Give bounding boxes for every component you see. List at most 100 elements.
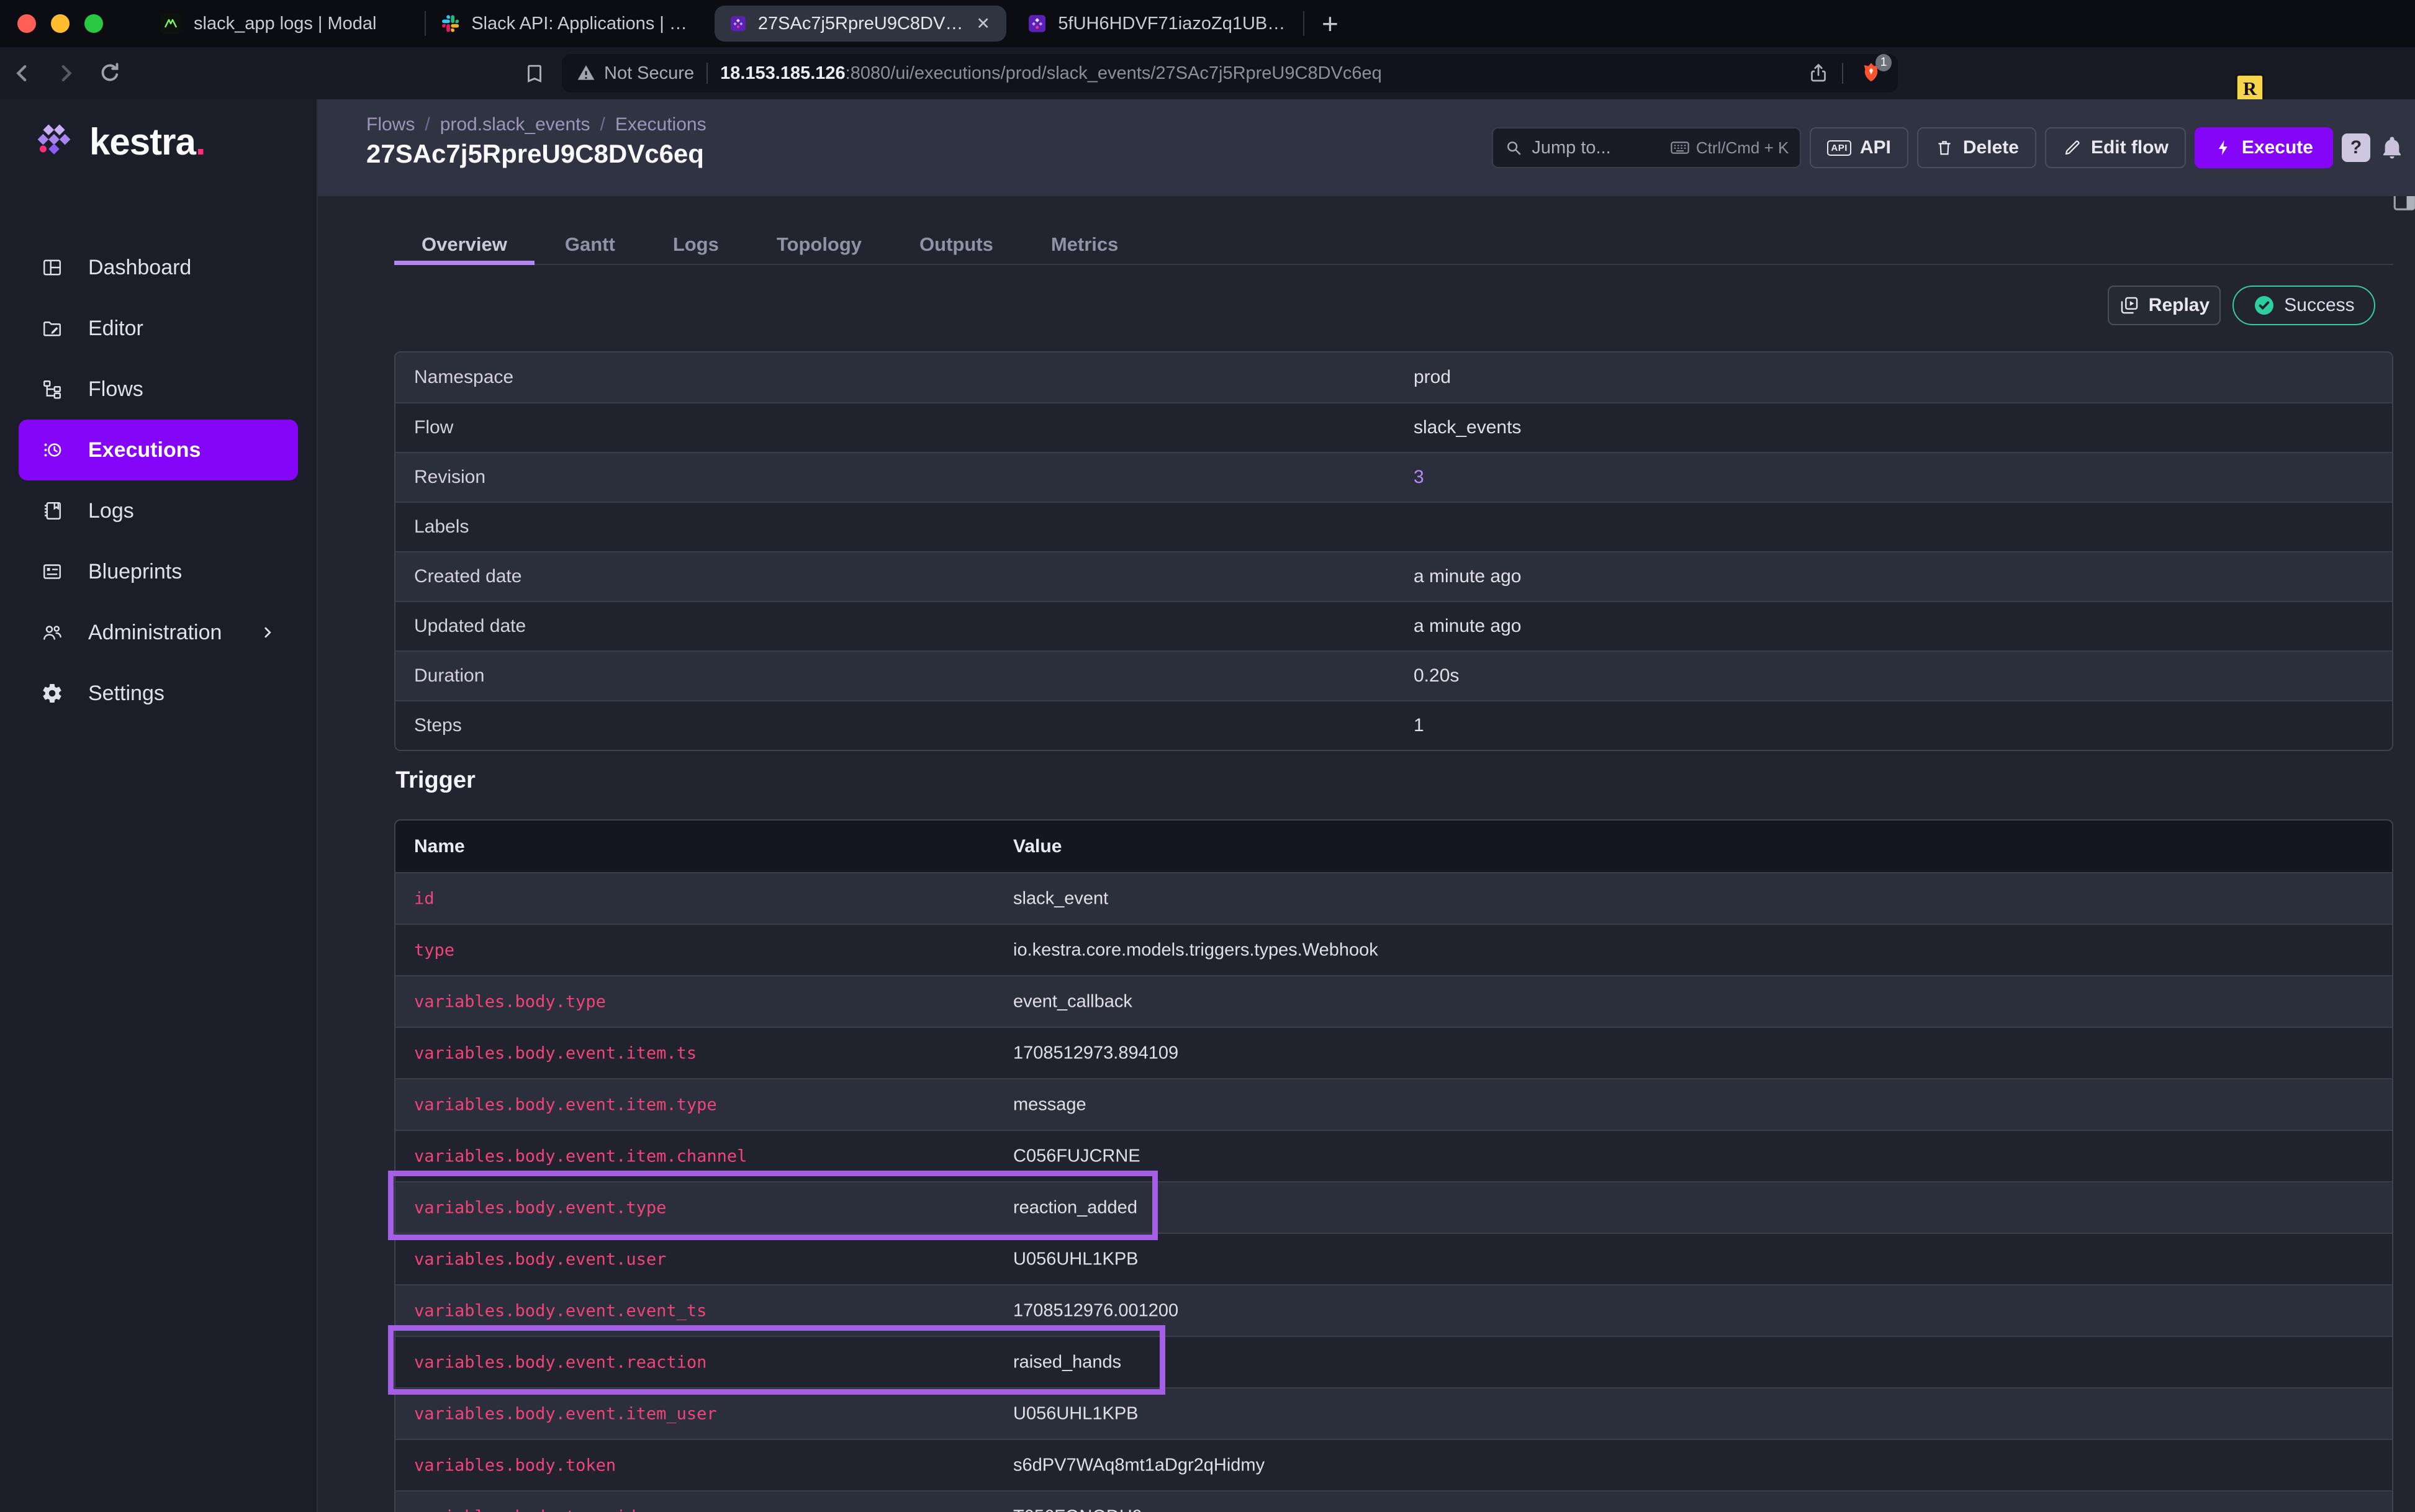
sidebar-item-flows[interactable]: Flows: [19, 359, 298, 420]
app-sidebar: kestra. Dashboard Editor: [0, 99, 318, 1512]
edit-flow-button[interactable]: Edit flow: [2045, 127, 2186, 168]
replay-icon: [2119, 295, 2140, 316]
breadcrumb-namespace[interactable]: prod.slack_events: [440, 114, 590, 135]
editor-folder-icon: [41, 317, 63, 340]
security-label: Not Secure: [604, 63, 694, 84]
tab-gantt[interactable]: Gantt: [538, 227, 643, 265]
browser-tab-execution-active[interactable]: 27SAc7j5RpreU9C8DVc6eq | Kestra ✕: [715, 6, 1006, 42]
forward-button[interactable]: [53, 61, 78, 86]
api-icon: API: [1827, 140, 1851, 156]
lightning-icon: [2214, 138, 2233, 157]
execution-tabs: Overview Gantt Logs Topology Outputs Met…: [394, 227, 2393, 265]
kestra-favicon: [731, 13, 746, 34]
shortcut-hint: Ctrl/Cmd + K: [1670, 138, 1789, 158]
help-button[interactable]: ?: [2342, 133, 2370, 162]
browser-tab-kestra-2[interactable]: 5fUH6HDVF71iazoZq1UBij | Kestra: [1013, 0, 1303, 47]
url-divider: [706, 63, 708, 84]
url-path: :8080/ui/executions/prod/slack_events/27…: [846, 63, 1807, 84]
kestra-favicon: [1029, 13, 1045, 34]
flows-tree-icon: [41, 378, 63, 400]
execute-button[interactable]: Execute: [2195, 127, 2333, 168]
r-extension-icon[interactable]: R: [2235, 73, 2415, 103]
browser-nav-bar: Not Secure 18.153.185.126 :8080/ui/execu…: [0, 47, 2415, 99]
tab-title: slack_app logs | Modal: [194, 14, 376, 34]
breadcrumb: Flows / prod.slack_events / Executions: [366, 114, 706, 135]
breadcrumb-executions[interactable]: Executions: [615, 114, 706, 135]
sidebar-item-label: Dashboard: [88, 256, 191, 280]
share-icon[interactable]: [1807, 62, 1830, 84]
blueprints-card-icon: [41, 560, 63, 583]
back-button[interactable]: [10, 61, 35, 86]
sidebar-item-label: Executions: [88, 438, 201, 462]
table-row: Duration 0.20s: [395, 650, 2392, 700]
browser-tab-slack-api[interactable]: Slack API: Applications | Demos Sl: [426, 0, 708, 47]
bell-icon[interactable]: [2379, 135, 2405, 161]
sidebar-item-executions[interactable]: Executions: [19, 420, 298, 480]
browser-tab-modal[interactable]: slack_app logs | Modal: [144, 0, 425, 47]
table-row: variables.body.tokens6dPV7WAq8mt1aDgr2qH…: [395, 1439, 2392, 1490]
sidebar-item-settings[interactable]: Settings: [19, 663, 298, 724]
sidebar-item-logs[interactable]: Logs: [19, 480, 298, 541]
sidebar-item-label: Settings: [88, 682, 165, 706]
kestra-logo[interactable]: kestra.: [34, 123, 205, 161]
tab-title: 27SAc7j5RpreU9C8DVc6eq | Kestra: [758, 14, 964, 34]
revision-link[interactable]: 3: [1414, 467, 1424, 488]
search-icon: [1504, 138, 1523, 157]
tab-close-icon[interactable]: ✕: [976, 14, 990, 34]
sidebar-item-dashboard[interactable]: Dashboard: [19, 237, 298, 298]
tab-title: 5fUH6HDVF71iazoZq1UBij | Kestra: [1058, 14, 1287, 34]
sidebar-item-label: Flows: [88, 377, 143, 402]
tab-logs[interactable]: Logs: [646, 227, 746, 265]
reload-button[interactable]: [97, 60, 123, 86]
tab-topology[interactable]: Topology: [749, 227, 889, 265]
sidebar-item-label: Editor: [88, 317, 143, 341]
url-host: 18.153.185.126: [720, 63, 846, 84]
sidebar-item-administration[interactable]: Administration: [19, 602, 298, 663]
header-controls: Jump to... Ctrl/Cmd + K API API: [1492, 127, 2405, 168]
jump-to-search[interactable]: Jump to... Ctrl/Cmd + K: [1492, 127, 1801, 168]
window-zoom-button[interactable]: [84, 14, 103, 33]
api-button[interactable]: API API: [1810, 127, 1908, 168]
window-minimize-button[interactable]: [51, 14, 70, 33]
bookmark-icon[interactable]: [523, 61, 546, 85]
jump-to-placeholder: Jump to...: [1532, 138, 1610, 158]
table-row: variables.body.team_idT056FQNQDH9: [395, 1490, 2392, 1512]
logs-notebook-icon: [41, 500, 63, 522]
sidebar-item-editor[interactable]: Editor: [19, 298, 298, 359]
tab-overview[interactable]: Overview: [394, 227, 535, 265]
brave-shields-button[interactable]: 1: [1858, 60, 1884, 86]
replay-button[interactable]: Replay: [2108, 286, 2221, 325]
sidebar-item-blueprints[interactable]: Blueprints: [19, 541, 298, 602]
trigger-table: Name Value idslack_event typeio.kestra.c…: [394, 819, 2393, 1512]
tab-metrics[interactable]: Metrics: [1024, 227, 1146, 265]
page-title: 27SAc7j5RpreU9C8DVc6eq: [366, 139, 704, 169]
browser-tab-bar: slack_app logs | Modal Slack API: Applic…: [0, 0, 2415, 47]
breadcrumb-flows[interactable]: Flows: [366, 114, 415, 135]
sidebar-item-label: Blueprints: [88, 560, 182, 584]
address-bar[interactable]: Not Secure 18.153.185.126 :8080/ui/execu…: [562, 54, 1898, 92]
kestra-wordmark: kestra.: [89, 123, 205, 161]
chevron-right-icon: [258, 623, 277, 642]
settings-gear-icon: [41, 682, 63, 704]
keyboard-icon: [1670, 138, 1690, 158]
trigger-heading: Trigger: [395, 767, 476, 794]
window-close-button[interactable]: [17, 14, 36, 33]
slack-icon: [442, 13, 459, 34]
brave-badge: 1: [1876, 54, 1892, 71]
table-row: Namespace prod: [395, 353, 2392, 402]
tab-outputs[interactable]: Outputs: [892, 227, 1021, 265]
new-tab-button[interactable]: +: [1322, 7, 1338, 40]
window-controls: [17, 14, 103, 33]
table-row: Labels: [395, 502, 2392, 551]
table-row: variables.body.event.item_userU056UHL1KP…: [395, 1387, 2392, 1439]
status-badge[interactable]: Success: [2232, 286, 2375, 325]
modal-icon: [160, 13, 181, 34]
trash-icon: [1934, 138, 1954, 158]
trigger-table-header: Name Value: [395, 821, 2392, 872]
check-circle-icon: [2253, 294, 2275, 317]
table-row: Flow slack_events: [395, 402, 2392, 452]
page-header: Flows / prod.slack_events / Executions 2…: [318, 99, 2415, 196]
delete-button[interactable]: Delete: [1917, 127, 2036, 168]
table-row: Steps 1: [395, 700, 2392, 750]
not-secure-warning-icon: [576, 63, 597, 84]
